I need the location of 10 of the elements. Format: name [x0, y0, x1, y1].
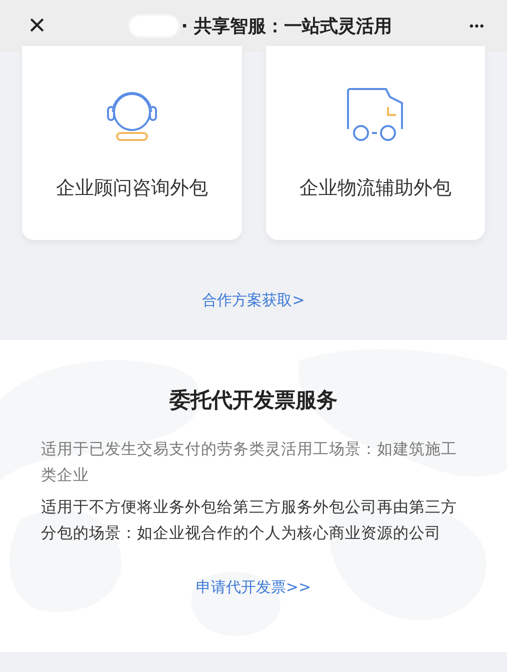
close-button[interactable]: ×: [22, 11, 52, 41]
service-card[interactable]: 企业物流辅助外包: [266, 46, 485, 240]
description-text: 适用于已发生交易支付的劳务类灵活用工场景：如建筑施工类企业: [41, 439, 458, 486]
plan-link[interactable]: 合作方案获取>: [202, 291, 305, 310]
invoice-link[interactable]: 申请代开发票>>: [196, 578, 312, 597]
more-button[interactable]: •••: [469, 19, 485, 33]
section-title: 委托代开发票服务: [168, 387, 338, 414]
description-text: 适用于不方便将业务外包给第三方服务外包公司再由第三方分包的场景：如企业视合作的个人为核心商业资源的公司: [41, 497, 458, 544]
service-card[interactable]: 企业顾问咨询外包: [22, 46, 242, 240]
page-title: · 共享智服：一站式灵活用: [181, 15, 392, 38]
